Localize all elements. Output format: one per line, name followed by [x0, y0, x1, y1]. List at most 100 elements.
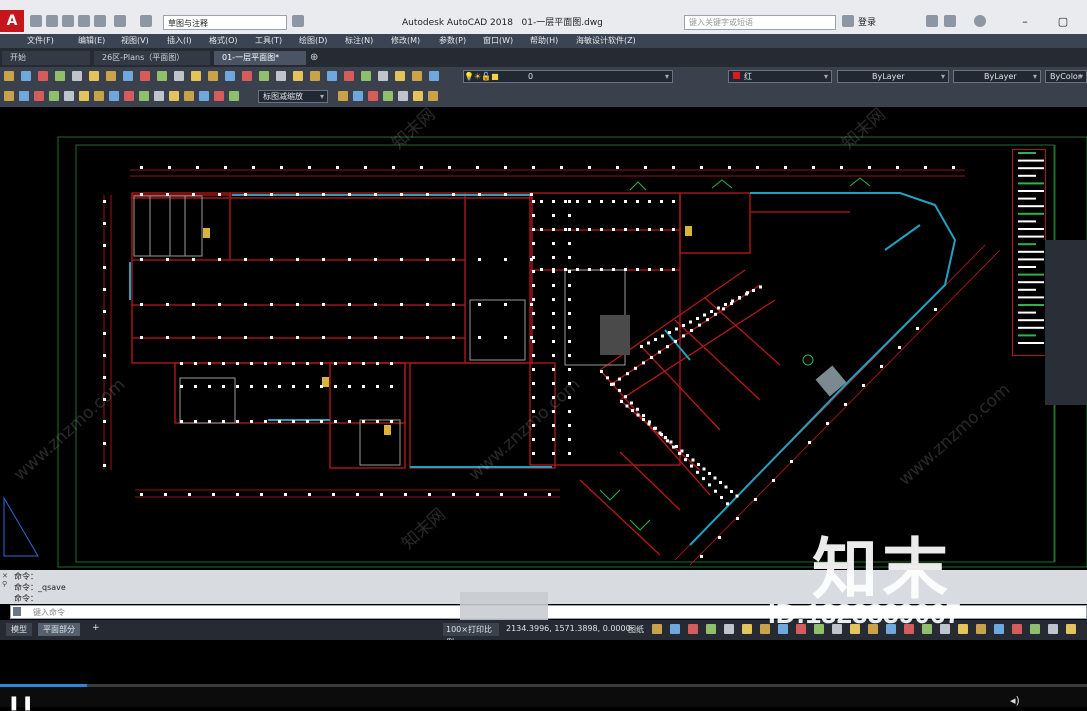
- toolbar-tool-icon[interactable]: [225, 71, 235, 81]
- status-toggle-icon[interactable]: [976, 624, 986, 634]
- command-prompt-icon[interactable]: [13, 607, 21, 616]
- toolbar-tool-icon[interactable]: [89, 71, 99, 81]
- workspace-dropdown[interactable]: 草图与注释: [163, 15, 287, 30]
- menu-format[interactable]: 格式(O): [209, 35, 238, 46]
- volume-icon[interactable]: ◂): [1010, 694, 1020, 707]
- status-toggle-icon[interactable]: [1012, 624, 1022, 634]
- pause-button[interactable]: ❚❚: [8, 695, 35, 711]
- dimension-tool-icon[interactable]: [214, 91, 224, 101]
- toolbar-tool-icon[interactable]: [293, 71, 303, 81]
- dimension-tool-icon[interactable]: [169, 91, 179, 101]
- toolbar-tool-icon[interactable]: [174, 71, 184, 81]
- dimension-tool-icon[interactable]: [124, 91, 134, 101]
- login-button[interactable]: 登录: [858, 15, 876, 28]
- add-layout-icon[interactable]: +: [92, 623, 100, 633]
- autocad-logo-icon[interactable]: A: [0, 10, 24, 32]
- dimension-tool-icon[interactable]: [79, 91, 89, 101]
- dimension-tool-icon[interactable]: [184, 91, 194, 101]
- tab-start[interactable]: 开始: [2, 51, 90, 65]
- tab-first-floor-plan[interactable]: 01-一层平面图*: [214, 51, 306, 65]
- view-tool-icon[interactable]: [383, 91, 393, 101]
- maximize-icon[interactable]: ▢: [1054, 13, 1072, 31]
- menu-help[interactable]: 帮助(H): [530, 35, 558, 46]
- paper-space-button[interactable]: 图纸: [628, 624, 644, 635]
- dimension-tool-icon[interactable]: [199, 91, 209, 101]
- menu-parametric[interactable]: 参数(P): [439, 35, 466, 46]
- tab-model[interactable]: 模型: [6, 623, 32, 636]
- view-tool-icon[interactable]: [428, 91, 438, 101]
- status-toggle-icon[interactable]: [706, 624, 716, 634]
- menu-draw[interactable]: 绘图(D): [299, 35, 327, 46]
- tab-layout[interactable]: 平面部分: [38, 623, 80, 636]
- toolbar-tool-icon[interactable]: [38, 71, 48, 81]
- status-toggle-icon[interactable]: [1048, 624, 1058, 634]
- view-tool-icon[interactable]: [398, 91, 408, 101]
- menu-plugin[interactable]: 海敏设计软件(Z): [576, 35, 636, 46]
- toolbar-tool-icon[interactable]: [242, 71, 252, 81]
- minimize-icon[interactable]: –: [1016, 13, 1034, 31]
- new-tab-icon[interactable]: ⊕: [310, 52, 318, 63]
- menu-view[interactable]: 视图(V): [121, 35, 149, 46]
- menu-insert[interactable]: 插入(I): [167, 35, 192, 46]
- dimension-tool-icon[interactable]: [4, 91, 14, 101]
- dimension-tool-icon[interactable]: [19, 91, 29, 101]
- view-tool-icon[interactable]: [413, 91, 423, 101]
- user-icon[interactable]: [842, 15, 854, 27]
- toolbar-tool-icon[interactable]: [123, 71, 133, 81]
- plotstyle-dropdown[interactable]: ByColor: [1045, 70, 1087, 83]
- linetype-dropdown[interactable]: ByLayer: [837, 70, 949, 83]
- search-input[interactable]: 键入关键字或短语: [684, 15, 836, 30]
- status-toggle-icon[interactable]: [670, 624, 680, 634]
- menu-edit[interactable]: 编辑(E): [78, 35, 105, 46]
- quick-access-menu-icon[interactable]: [292, 15, 304, 27]
- help-icon[interactable]: [974, 15, 986, 27]
- toolbar-tool-icon[interactable]: [157, 71, 167, 81]
- toolbar-tool-icon[interactable]: [21, 71, 31, 81]
- toolbar-tool-icon[interactable]: [191, 71, 201, 81]
- drawing-canvas[interactable]: [0, 107, 1087, 570]
- open-file-icon[interactable]: [46, 15, 58, 27]
- toolbar-tool-icon[interactable]: [72, 71, 82, 81]
- status-toggle-icon[interactable]: [652, 624, 662, 634]
- toolbar-tool-icon[interactable]: [429, 71, 439, 81]
- undo-icon[interactable]: [114, 15, 126, 27]
- dimension-tool-icon[interactable]: [109, 91, 119, 101]
- save-as-icon[interactable]: [78, 15, 90, 27]
- menu-tools[interactable]: 工具(T): [255, 35, 282, 46]
- toolbar-tool-icon[interactable]: [378, 71, 388, 81]
- menu-window[interactable]: 窗口(W): [483, 35, 513, 46]
- redo-icon[interactable]: [140, 15, 152, 27]
- status-toggle-icon[interactable]: [688, 624, 698, 634]
- zoom-dropdown[interactable]: 标图减缩放: [258, 90, 328, 103]
- toolbar-tool-icon[interactable]: [4, 71, 14, 81]
- toolbar-tool-icon[interactable]: [208, 71, 218, 81]
- dimension-tool-icon[interactable]: [49, 91, 59, 101]
- status-toggle-icon[interactable]: [724, 624, 734, 634]
- toolbar-tool-icon[interactable]: [276, 71, 286, 81]
- toolbar-tool-icon[interactable]: [412, 71, 422, 81]
- status-toggle-icon[interactable]: [1066, 624, 1076, 634]
- view-tool-icon[interactable]: [338, 91, 348, 101]
- tab-plans[interactable]: 26区-Plans（平面图）: [94, 51, 210, 65]
- dimension-tool-icon[interactable]: [64, 91, 74, 101]
- toolbar-tool-icon[interactable]: [395, 71, 405, 81]
- toolbar-tool-icon[interactable]: [361, 71, 371, 81]
- scale-dropdown[interactable]: 100×打印比例: [443, 623, 499, 647]
- side-palette[interactable]: [1045, 240, 1087, 405]
- save-icon[interactable]: [62, 15, 74, 27]
- plot-icon[interactable]: [94, 15, 106, 27]
- dimension-tool-icon[interactable]: [154, 91, 164, 101]
- command-line-grip-icon[interactable]: ✕ ⚲: [2, 572, 10, 600]
- toolbar-tool-icon[interactable]: [106, 71, 116, 81]
- menu-dimension[interactable]: 标注(N): [345, 35, 373, 46]
- lineweight-dropdown[interactable]: ByLayer: [953, 70, 1041, 83]
- toolbar-tool-icon[interactable]: [55, 71, 65, 81]
- view-tool-icon[interactable]: [353, 91, 363, 101]
- toolbar-tool-icon[interactable]: [344, 71, 354, 81]
- status-toggle-icon[interactable]: [994, 624, 1004, 634]
- dimension-tool-icon[interactable]: [34, 91, 44, 101]
- dimension-tool-icon[interactable]: [139, 91, 149, 101]
- toolbar-tool-icon[interactable]: [327, 71, 337, 81]
- dimension-tool-icon[interactable]: [94, 91, 104, 101]
- status-toggle-icon[interactable]: [1030, 624, 1040, 634]
